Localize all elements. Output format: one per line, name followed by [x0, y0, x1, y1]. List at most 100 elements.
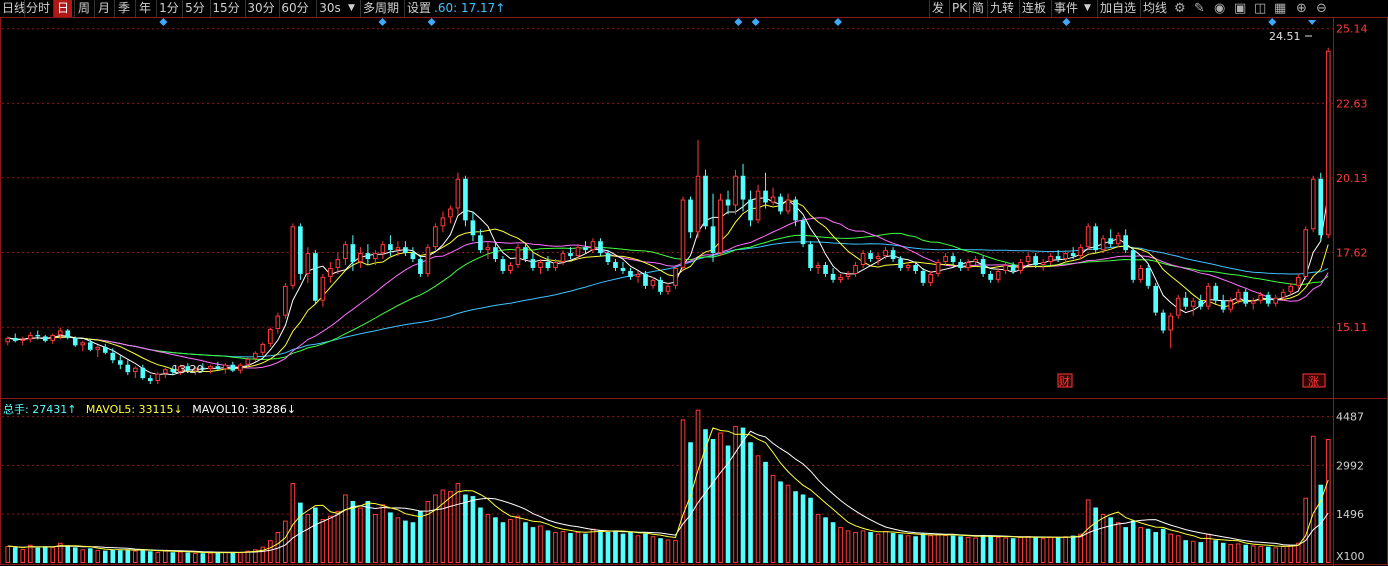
- candle: [1250, 297, 1256, 310]
- volume-series: [5, 409, 1331, 564]
- event-marker-icon[interactable]: [378, 18, 387, 26]
- event-marker-icon[interactable]: [833, 18, 842, 26]
- volume-bar: [170, 552, 176, 563]
- period-tab-8[interactable]: 5分: [182, 0, 207, 17]
- volume-bar: [628, 532, 633, 563]
- zoom-in-icon[interactable]: ⊕: [1296, 0, 1310, 16]
- price-panel-frame: [0, 17, 1388, 399]
- candle: [965, 259, 971, 271]
- toolbar-right-item-0[interactable]: 发: [929, 0, 944, 17]
- volume-bar: [695, 409, 701, 564]
- candlestick-series: [5, 47, 1331, 385]
- volume-bar: [478, 507, 483, 563]
- period-tab-4[interactable]: 月: [94, 0, 113, 17]
- candle: [1025, 253, 1031, 266]
- period-tab-6[interactable]: 年: [135, 0, 154, 17]
- volume-bar: [1040, 538, 1046, 564]
- candle: [87, 339, 93, 352]
- toolbar-right-item-7[interactable]: 均线: [1140, 0, 1167, 17]
- candle: [703, 169, 708, 230]
- event-marker-icon[interactable]: [159, 18, 168, 26]
- toolbar-right-item-4[interactable]: 连板: [1019, 0, 1046, 17]
- zoom-out-icon[interactable]: ⊖: [1316, 0, 1330, 16]
- period-tab-11[interactable]: 60分: [279, 0, 310, 17]
- volume-bar: [980, 534, 986, 563]
- candle: [313, 250, 318, 304]
- volume-bar: [898, 534, 903, 563]
- candle: [598, 238, 603, 257]
- volume-bar: [410, 522, 416, 563]
- grid-icon[interactable]: ▦: [1274, 0, 1288, 16]
- candle: [238, 363, 243, 374]
- event-dropdown-icon[interactable]: ▼: [1084, 0, 1091, 17]
- high-price-label: 24.51: [1269, 30, 1301, 43]
- candle: [1138, 265, 1144, 283]
- toolbar-right-item-5[interactable]: 事件: [1051, 0, 1078, 17]
- volume-bar: [635, 535, 641, 564]
- volume-bar: [823, 517, 828, 563]
- volume-bar: [838, 527, 843, 564]
- pen-icon[interactable]: ✎: [1194, 0, 1208, 16]
- latest-marker-icon[interactable]: [1308, 20, 1317, 25]
- volume-axis: 4487 2992 1496 X100: [1336, 411, 1365, 563]
- candle: [635, 270, 641, 283]
- candle: [102, 343, 108, 355]
- period-tab-3[interactable]: 周: [74, 0, 93, 17]
- camera-icon[interactable]: ◫: [1254, 0, 1268, 16]
- volume-bar: [553, 532, 558, 563]
- period-tab-9[interactable]: 15分: [210, 0, 241, 17]
- period-tab-14[interactable]: 设置: [404, 0, 433, 17]
- volume-bar: [27, 544, 33, 564]
- period-tab-7[interactable]: 1分: [156, 0, 181, 17]
- candle: [125, 360, 131, 376]
- kline-chart[interactable]: 25.14 22.63 20.13 17.62 15.11 4487 2992 1496 X1…: [0, 0, 1388, 566]
- settings-icon[interactable]: ⚙: [1174, 0, 1188, 16]
- volume-bar: [680, 419, 686, 563]
- volume-bar: [1228, 544, 1234, 563]
- period-tab-12[interactable]: 30s: [316, 0, 343, 17]
- event-marker-icon[interactable]: [751, 18, 760, 26]
- candle: [65, 328, 71, 340]
- volume-bar: [448, 491, 453, 564]
- period-tab-5[interactable]: 季: [114, 0, 133, 17]
- volume-bar: [373, 514, 378, 563]
- toolbar-right-item-2[interactable]: 简: [969, 0, 984, 17]
- volume-bar: [770, 474, 776, 564]
- candle: [868, 250, 873, 263]
- volume-bar: [117, 550, 123, 563]
- volume-bar: [1235, 543, 1241, 564]
- toolbar-right-item-1[interactable]: PK: [949, 0, 967, 17]
- period-tab-2[interactable]: 日: [53, 0, 72, 17]
- period-tab-0[interactable]: 日线: [2, 0, 26, 17]
- volume-bar: [1115, 522, 1121, 563]
- candle: [785, 193, 791, 215]
- event-marker-icon[interactable]: [427, 18, 436, 26]
- candle: [530, 253, 536, 271]
- volume-bar: [1190, 540, 1196, 564]
- candle: [1325, 47, 1331, 239]
- volume-bar: [1048, 536, 1053, 563]
- period-dropdown-icon[interactable]: ▼: [348, 0, 355, 17]
- volume-bar: [343, 494, 348, 564]
- candle: [1183, 291, 1189, 310]
- lock-icon[interactable]: ▣: [1234, 0, 1248, 16]
- limit-up-badge[interactable]: 涨: [1302, 373, 1326, 388]
- candle: [260, 342, 266, 356]
- period-tab-13[interactable]: 多周期: [360, 0, 401, 17]
- volume-bar: [440, 489, 446, 563]
- event-markers[interactable]: [159, 18, 1317, 26]
- volume-bar: [1175, 535, 1181, 564]
- period-tab-1[interactable]: 分时: [24, 0, 51, 17]
- eye-icon[interactable]: ◉: [1214, 0, 1228, 16]
- event-marker-icon[interactable]: [1062, 18, 1071, 26]
- event-marker-icon[interactable]: [734, 18, 743, 26]
- period-tab-10[interactable]: 30分: [245, 0, 276, 17]
- candle: [470, 211, 476, 242]
- event-marker-icon[interactable]: [1268, 18, 1277, 26]
- toolbar-right-item-6[interactable]: 加自选: [1097, 0, 1136, 17]
- toolbar-right-item-3[interactable]: 九转: [987, 0, 1014, 17]
- volume-bar: [208, 552, 213, 564]
- candle: [1130, 247, 1136, 283]
- candle: [950, 253, 956, 266]
- cai-badge[interactable]: 财: [1057, 373, 1073, 388]
